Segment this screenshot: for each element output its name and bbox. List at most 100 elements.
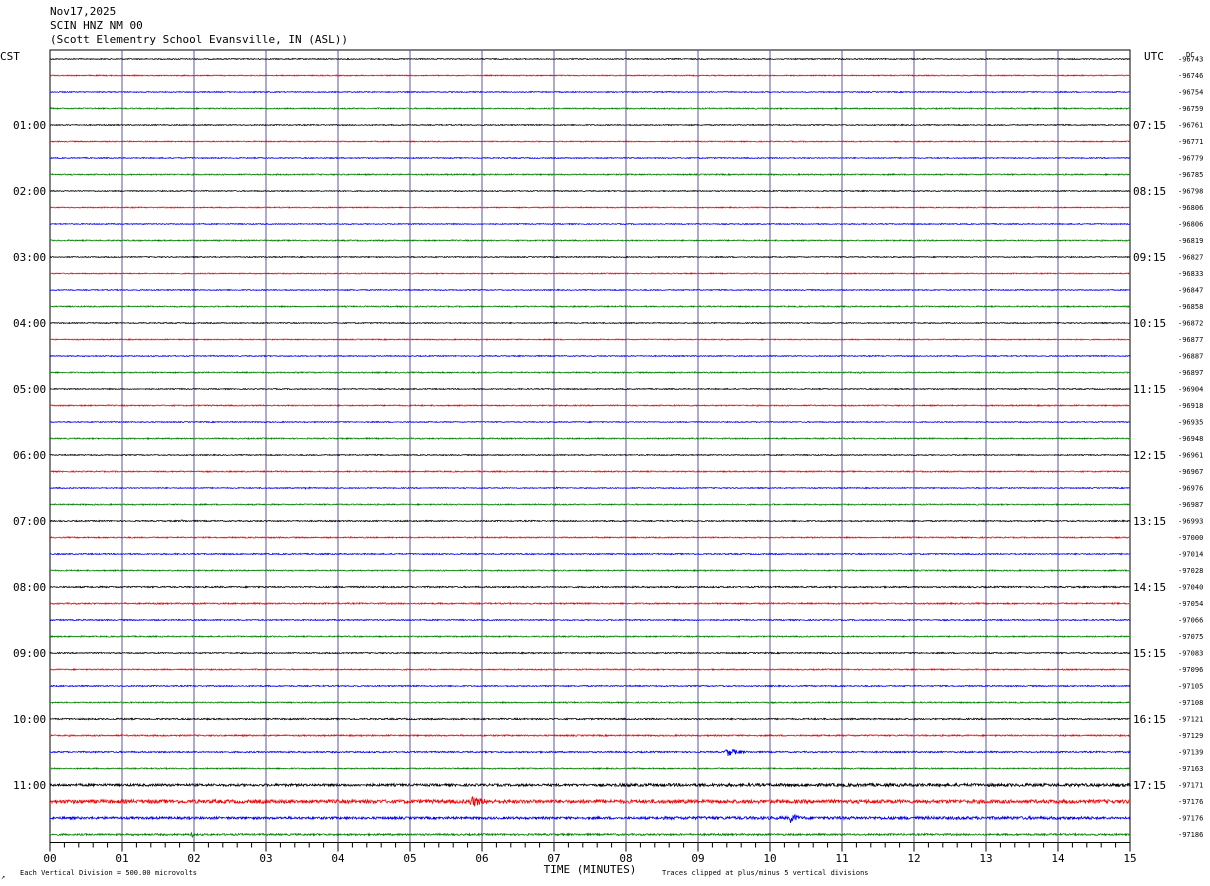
trace-row-18 (49, 354, 1131, 358)
trace-row-6 (49, 156, 1131, 160)
dc-offset-label: -96961 (1178, 452, 1203, 460)
cst-hour-label: 10:00 (13, 713, 46, 726)
utc-hour-label: 08:15 (1133, 185, 1166, 198)
dc-offset-label: -96754 (1178, 89, 1203, 97)
x-tick-label: 01 (115, 852, 128, 865)
trace-row-9 (49, 206, 1131, 209)
trace-row-33 (49, 601, 1131, 606)
trace-row-11 (49, 238, 1131, 243)
x-tick-label: 12 (907, 852, 920, 865)
x-tick-label: 09 (691, 852, 704, 865)
cst-hour-label: 02:00 (13, 185, 46, 198)
trace-row-19 (49, 370, 1131, 375)
clip-note: Traces clipped at plus/minus 5 vertical … (662, 869, 869, 877)
cst-hour-label: 05:00 (13, 383, 46, 396)
trace-row-16 (50, 321, 1131, 325)
dc-offset-label: -97176 (1178, 815, 1203, 823)
trace-row-42 (49, 748, 1131, 757)
trace-row-5 (49, 140, 1131, 143)
x-tick-label: 10 (763, 852, 776, 865)
trace-row-36 (49, 651, 1131, 655)
x-tick-label: 02 (187, 852, 200, 865)
dc-offset-label: -96872 (1178, 320, 1203, 328)
right-axis-title: UTC (1144, 50, 1164, 63)
dc-offset-label: -97000 (1178, 534, 1203, 542)
dc-offset-label: -96993 (1178, 518, 1203, 526)
dc-offset-label: -97171 (1178, 782, 1203, 790)
dc-offset-label: -96833 (1178, 270, 1203, 278)
cst-hour-label: 06:00 (13, 449, 46, 462)
x-tick-label: 14 (1051, 852, 1065, 865)
trace-row-46 (49, 813, 1131, 823)
cst-hour-label: 09:00 (13, 647, 46, 660)
scale-note: Each Vertical Division = 500.00 microvol… (20, 869, 197, 877)
trace-row-13 (49, 272, 1131, 275)
dc-offset-label: -97028 (1178, 567, 1203, 575)
dc-offset-label: -96987 (1178, 501, 1203, 509)
dc-offset-label: -96779 (1178, 155, 1203, 163)
trace-row-47 (49, 831, 1131, 838)
dc-offset-label: -97054 (1178, 600, 1203, 608)
trace-row-17 (49, 338, 1131, 341)
dc-offset-label: -97014 (1178, 551, 1203, 559)
dc-offset-label: -97096 (1178, 666, 1203, 674)
dc-offset-label: -96976 (1178, 485, 1203, 493)
dc-offset-label: -97083 (1178, 650, 1203, 658)
dc-offset-label: -96904 (1178, 386, 1203, 394)
utc-hour-label: 13:15 (1133, 515, 1166, 528)
dc-offset-label: -97121 (1178, 716, 1203, 724)
x-tick-label: 03 (259, 852, 272, 865)
dc-offset-label: -96759 (1178, 105, 1203, 113)
trace-row-12 (49, 255, 1131, 259)
utc-hour-label: 17:15 (1133, 779, 1166, 792)
dc-offset-label: -96771 (1178, 138, 1203, 146)
utc-hour-label: 10:15 (1133, 317, 1166, 330)
dc-offset-label: -96806 (1178, 221, 1203, 229)
trace-row-3 (49, 106, 1131, 111)
trace-row-10 (49, 222, 1131, 226)
dc-offset-label: -97176 (1178, 798, 1203, 806)
trace-row-40 (49, 717, 1131, 721)
utc-hour-label: 09:15 (1133, 251, 1166, 264)
cst-hour-label: 03:00 (13, 251, 46, 264)
x-tick-label: 06 (475, 852, 488, 865)
dc-offset-label: -97105 (1178, 683, 1203, 691)
trace-row-41 (49, 733, 1131, 738)
trace-row-37 (49, 667, 1131, 672)
dc-offset-label: -97186 (1178, 831, 1203, 839)
cst-hour-label: 01:00 (13, 119, 46, 132)
trace-row-29 (50, 535, 1131, 540)
x-tick-label: 05 (403, 852, 416, 865)
dc-offset-label: -96798 (1178, 188, 1203, 196)
trace-row-32 (49, 585, 1131, 589)
dc-offset-label: -96806 (1178, 204, 1203, 212)
dc-offset-label: -96785 (1178, 171, 1203, 179)
dc-offset-label: -97040 (1178, 584, 1203, 592)
x-tick-label: 00 (43, 852, 56, 865)
trace-row-39 (49, 700, 1131, 705)
trace-row-1 (49, 74, 1131, 77)
trace-row-38 (49, 684, 1131, 688)
dc-offset-label: -96887 (1178, 353, 1203, 361)
dc-offset-label: -97163 (1178, 765, 1203, 773)
trace-row-22 (49, 420, 1131, 424)
trace-row-44 (49, 782, 1131, 788)
dc-offset-label: -97075 (1178, 633, 1203, 641)
trace-row-27 (49, 502, 1131, 507)
trace-row-21 (49, 403, 1131, 408)
utc-hour-label: 07:15 (1133, 119, 1166, 132)
trace-row-34 (50, 618, 1131, 622)
dc-offset-label: -96948 (1178, 435, 1203, 443)
cst-hour-label: 11:00 (13, 779, 46, 792)
trace-row-14 (50, 288, 1131, 292)
axis-labels: 00 01 02 03 04 05 06 07 08 09 10 11 12 13 14 15-96743-9… (13, 56, 1203, 866)
dc-offset-label: -97139 (1178, 749, 1203, 757)
dc-offset-label: -97066 (1178, 617, 1203, 625)
dc-offset-label: -96761 (1178, 122, 1203, 130)
trace-row-26 (49, 486, 1131, 491)
trace-row-15 (49, 304, 1131, 309)
trace-row-25 (49, 469, 1131, 474)
seismic-traces (49, 57, 1131, 838)
utc-hour-label: 15:15 (1133, 647, 1166, 660)
trace-row-0 (49, 57, 1131, 61)
